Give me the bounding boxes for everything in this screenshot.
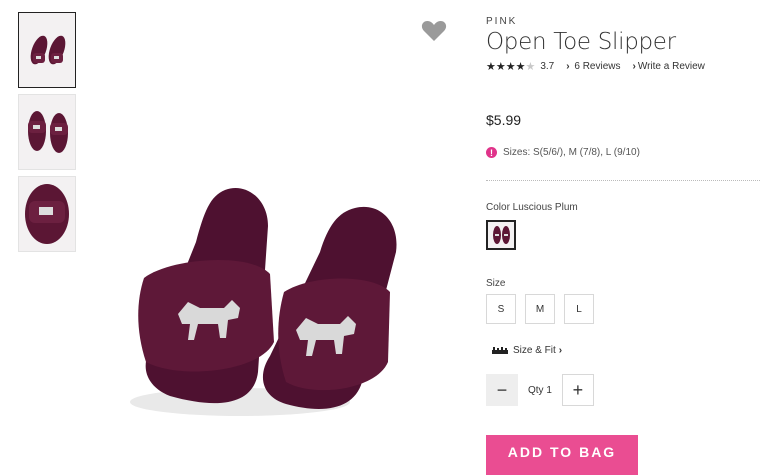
stars-filled: ★★★★ — [486, 60, 526, 73]
size-option-s[interactable]: S — [486, 294, 516, 324]
size-option-l[interactable]: L — [564, 294, 594, 324]
size-fit-label: Size & Fit — [513, 345, 556, 356]
quantity-value: Qty 1 — [528, 384, 552, 396]
ruler-icon — [492, 347, 508, 354]
color-swatch-luscious-plum[interactable] — [486, 220, 516, 250]
rating-value: 3.7 — [540, 60, 555, 72]
wishlist-heart-button[interactable] — [421, 19, 447, 43]
divider — [486, 180, 760, 181]
thumbnail-single-closeup[interactable] — [18, 176, 76, 252]
alert-icon: ! — [486, 147, 497, 158]
product-price: $5.99 — [486, 112, 522, 128]
sizes-note: ! Sizes: S(5/6/), M (7/8), L (9/10) — [486, 147, 640, 158]
stars-empty: ★ — [525, 60, 536, 73]
quantity-decrease-button[interactable]: − — [486, 374, 518, 406]
write-review-link[interactable]: › Write a Review — [633, 61, 705, 72]
write-review-label: Write a Review — [637, 60, 705, 72]
quantity-increase-button[interactable]: + — [561, 374, 594, 406]
quantity-stepper: − Qty 1 + — [486, 374, 594, 406]
rating-stars: ★★★★★ — [486, 60, 535, 73]
thumbnail-pair-front-view[interactable] — [18, 94, 76, 170]
heart-icon — [421, 21, 447, 41]
size-option-m[interactable]: M — [525, 294, 555, 324]
size-options: S M L — [486, 294, 594, 324]
size-label: Size — [486, 278, 506, 289]
product-info-panel: PINK Open Toe Slipper ★★★★★ 3.7 › 6 Revi… — [486, 14, 760, 475]
size-fit-link[interactable]: Size & Fit › — [492, 345, 562, 356]
color-label: Color Luscious Plum — [486, 202, 578, 213]
add-to-bag-button[interactable]: ADD TO BAG — [486, 435, 638, 475]
brand-label: PINK — [486, 16, 518, 27]
chevron-right-icon: › — [558, 345, 563, 356]
thumbnail-pair-top-view[interactable] — [18, 12, 76, 88]
reviews-link[interactable]: › 6 Reviews — [566, 61, 620, 72]
thumbnail-list — [18, 12, 76, 258]
reviews-link-label: 6 Reviews — [574, 60, 621, 72]
chevron-right-icon: › — [632, 60, 636, 72]
chevron-right-icon: › — [566, 60, 570, 72]
rating-row: ★★★★★ 3.7 › 6 Reviews › Write a Review — [486, 59, 760, 73]
main-product-image — [100, 12, 460, 456]
product-title: Open Toe Slipper — [486, 29, 676, 55]
sizes-note-text: Sizes: S(5/6/), M (7/8), L (9/10) — [503, 147, 640, 158]
